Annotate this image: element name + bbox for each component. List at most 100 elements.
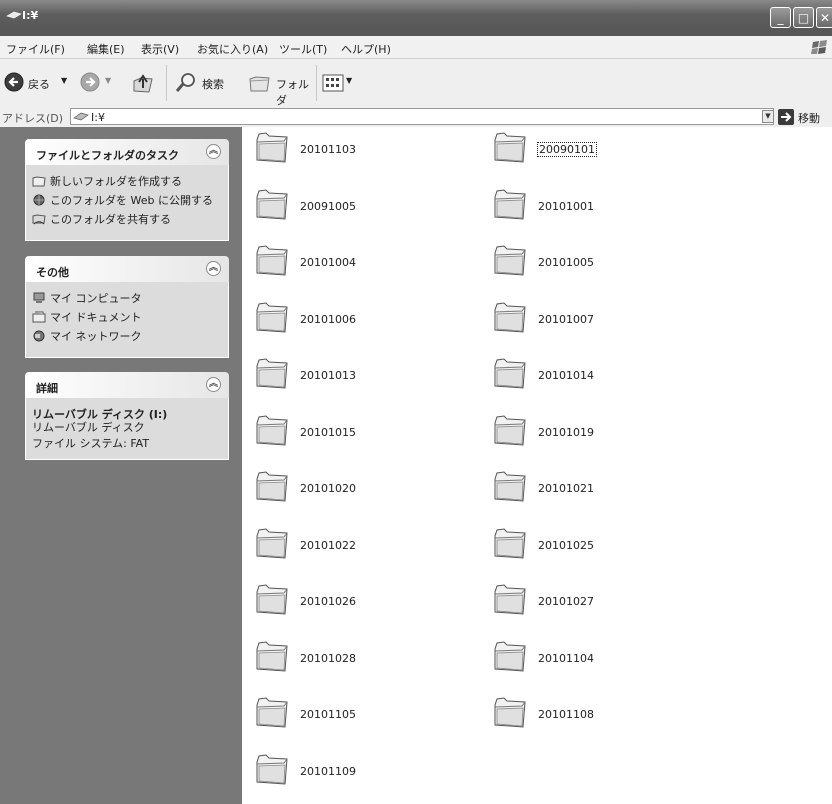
folder-icon — [494, 527, 526, 559]
folder-item[interactable]: 20101022 — [254, 527, 474, 567]
folder-icon — [256, 358, 288, 389]
menu-tools[interactable]: ツール(T) — [279, 41, 327, 57]
menu-edit[interactable]: 編集(E) — [87, 41, 125, 57]
window-title: I:¥ — [22, 9, 39, 22]
minimize-button[interactable]: _ — [770, 7, 791, 28]
menu-bar: ファイル(F) 編集(E) 表示(V) お気に入り(A) ツール(T) ヘルプ(… — [0, 36, 832, 59]
go-button[interactable]: 移動 — [778, 108, 832, 126]
address-dropdown-icon[interactable]: ▼ — [762, 110, 774, 123]
up-folder-icon[interactable] — [131, 71, 155, 95]
folder-item[interactable]: 20101019 — [492, 414, 712, 454]
other-panel-header[interactable]: その他 ︽ — [25, 256, 229, 282]
folder-item[interactable]: 20101028 — [254, 640, 474, 680]
drive-type: リムーバブル ディスク — [32, 421, 145, 434]
folder-item[interactable]: 20101014 — [492, 357, 712, 397]
folder-name: 20101020 — [300, 482, 356, 495]
search-button[interactable]: 検索 — [174, 71, 234, 95]
back-dropdown-icon[interactable]: ▼ — [61, 76, 67, 85]
folder-item[interactable]: 20101007 — [492, 301, 712, 341]
folders-button[interactable]: フォルダ — [248, 71, 312, 107]
my-network-icon — [33, 330, 45, 342]
link-my-computer[interactable]: マイ コンピュータ — [32, 290, 142, 306]
my-computer-icon — [33, 292, 45, 303]
tasks-panel-header[interactable]: ファイルとフォルダのタスク ︽ — [25, 139, 229, 165]
folder-name: 20090101 — [537, 142, 597, 157]
folder-item[interactable]: 20101001 — [492, 188, 712, 228]
folder-item[interactable]: 20101108 — [492, 696, 712, 736]
folder-item[interactable]: 20101105 — [254, 696, 474, 736]
folder-item[interactable]: 20101021 — [492, 470, 712, 510]
folder-icon — [494, 301, 526, 333]
my-documents-icon — [32, 311, 46, 323]
task-new-folder[interactable]: 新しいフォルダを作成する — [32, 173, 182, 189]
menu-file[interactable]: ファイル(F) — [6, 41, 65, 57]
details-panel-title: 詳細 — [36, 382, 58, 395]
folder-icon — [256, 527, 288, 559]
link-my-network[interactable]: マイ ネットワーク — [32, 328, 142, 344]
folder-icon — [256, 471, 288, 502]
folder-name: 20101005 — [538, 256, 594, 269]
folder-item[interactable]: 20101026 — [254, 583, 474, 623]
address-value: I:¥ — [91, 111, 105, 124]
folder-item[interactable]: 20101013 — [254, 357, 474, 397]
folder-name: 20101027 — [538, 595, 594, 608]
file-system: ファイル システム: FAT — [32, 437, 150, 450]
folder-item[interactable]: 20101005 — [492, 244, 712, 284]
search-icon — [175, 73, 195, 92]
views-button[interactable]: ▼ — [322, 73, 356, 93]
folder-icon — [256, 132, 288, 163]
details-panel-header[interactable]: 詳細 ︽ — [25, 372, 229, 398]
other-panel-title: その他 — [36, 266, 69, 279]
folder-item[interactable]: 20101006 — [254, 301, 474, 341]
folder-item[interactable]: 20101027 — [492, 583, 712, 623]
folder-view: 20101103 20091005 20101004 20101006 20101013… — [242, 127, 832, 804]
folder-name: 20101015 — [300, 425, 356, 439]
folder-icon — [494, 414, 526, 446]
folder-item[interactable]: 20091005 — [254, 188, 474, 228]
collapse-icon[interactable]: ︽ — [206, 261, 221, 276]
task-publish-web[interactable]: このフォルダを Web に公開する — [32, 192, 213, 208]
folder-name: 20101109 — [300, 764, 356, 778]
folder-icon — [256, 414, 288, 446]
close-button[interactable]: ✕ — [816, 7, 832, 28]
address-label: アドレス(D) — [2, 112, 64, 125]
folder-name: 20101014 — [538, 369, 594, 382]
task-pane: ファイルとフォルダのタスク ︽ 新しいフォルダを作成する このフォルダを Web… — [0, 127, 242, 804]
folder-icon — [494, 245, 526, 276]
go-label: 移動 — [798, 112, 820, 125]
folder-item[interactable]: 20101103 — [254, 131, 474, 171]
folder-name: 20101025 — [538, 538, 594, 552]
folder-item[interactable]: 20101020 — [254, 470, 474, 510]
folder-item[interactable]: 20101004 — [254, 244, 474, 284]
folder-name: 20101021 — [538, 482, 594, 495]
back-button[interactable]: 戻る ▼ — [4, 72, 74, 94]
folder-icon — [494, 132, 526, 163]
menu-favorites[interactable]: お気に入り(A) — [197, 41, 268, 57]
folder-item[interactable]: 20101015 — [254, 414, 474, 454]
task-share-folder[interactable]: このフォルダを共有する — [32, 211, 171, 227]
folder-name: 20101022 — [300, 538, 356, 552]
go-arrow-icon — [778, 109, 794, 125]
folder-item[interactable]: 20101025 — [492, 527, 712, 567]
toolbar: 戻る ▼ ▼ 検索 フォルダ ▼ — [0, 59, 832, 108]
drive-icon — [6, 11, 22, 19]
forward-button[interactable]: ▼ — [80, 72, 120, 94]
menu-help[interactable]: ヘルプ(H) — [341, 41, 391, 57]
folder-item[interactable]: 20101109 — [254, 753, 474, 793]
menu-view[interactable]: 表示(V) — [141, 41, 179, 57]
folder-item[interactable]: 20101104 — [492, 640, 712, 680]
forward-dropdown-icon[interactable]: ▼ — [105, 76, 111, 85]
folder-name: 20101104 — [538, 651, 594, 665]
folder-name: 20101004 — [300, 256, 356, 269]
address-input[interactable]: I:¥ — [70, 108, 774, 125]
folder-item[interactable]: 20090101 — [492, 131, 712, 171]
maximize-button[interactable]: □ — [793, 7, 814, 28]
folder-icon — [256, 584, 288, 615]
views-dropdown-icon[interactable]: ▼ — [346, 76, 352, 85]
collapse-icon[interactable]: ︽ — [206, 144, 221, 159]
link-my-documents[interactable]: マイ ドキュメント — [32, 309, 142, 325]
collapse-icon[interactable]: ︽ — [206, 377, 221, 392]
folder-icon — [494, 358, 526, 389]
folder-icon — [494, 640, 526, 672]
folder-name: 20101105 — [300, 708, 356, 721]
